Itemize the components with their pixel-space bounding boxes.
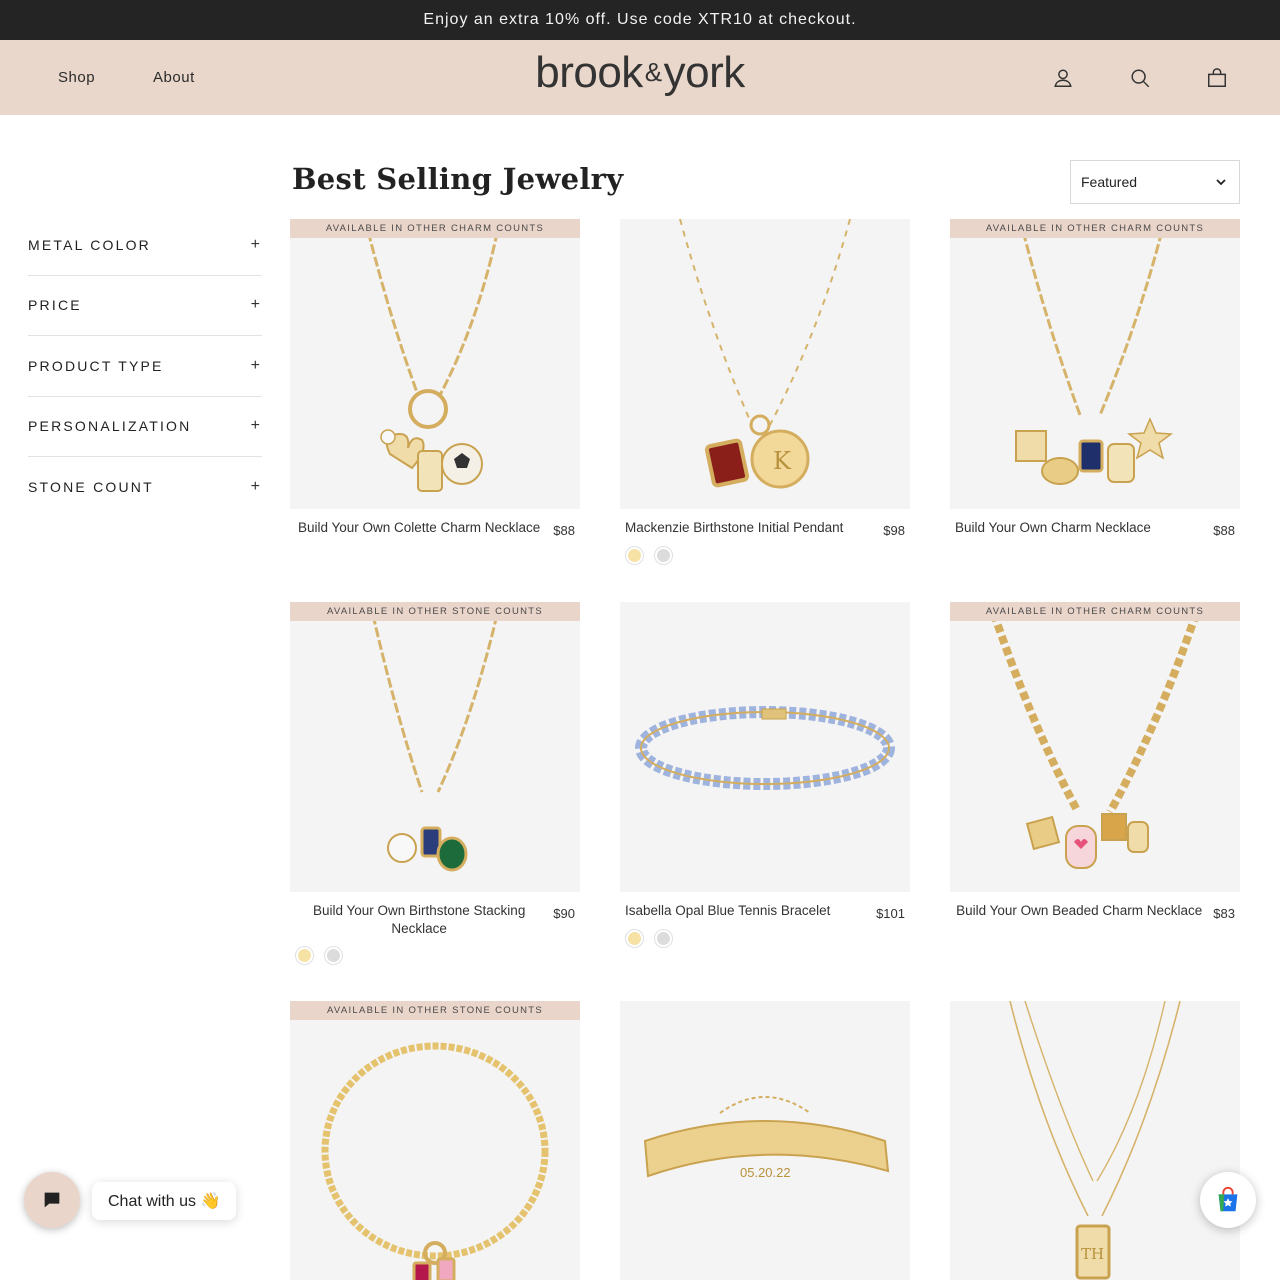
silver-swatch[interactable] (654, 546, 673, 565)
product-image[interactable]: AVAILABLE IN OTHER CHARM COUNTS (290, 219, 580, 509)
necklace-image: K (679, 219, 851, 489)
necklace-image (986, 602, 1204, 869)
sort-select[interactable]: Featured (1070, 160, 1240, 204)
product-card[interactable]: K Mackenzie Birthstone Initial Pendant $… (620, 219, 910, 565)
product-name[interactable]: Build Your Own Colette Charm Necklace (295, 519, 553, 538)
plus-icon: + (250, 296, 260, 314)
product-price: $88 (1213, 523, 1235, 538)
product-card[interactable]: AVAILABLE IN OTHER STONE COUNTS (290, 1001, 580, 1280)
filter-price[interactable]: PRICE + (28, 276, 262, 336)
plus-icon: + (250, 478, 260, 496)
cart-icon[interactable] (1206, 67, 1228, 89)
product-image[interactable]: 05.20.22 (620, 1001, 910, 1280)
product-badge: AVAILABLE IN OTHER CHARM COUNTS (950, 219, 1240, 238)
gold-swatch[interactable] (625, 929, 644, 948)
filter-metal-color[interactable]: METAL COLOR + (28, 215, 262, 276)
main-nav: Shop About (58, 40, 253, 115)
product-price: $101 (876, 906, 905, 921)
filter-personalization[interactable]: PERSONALIZATION + (28, 397, 262, 457)
product-price: $98 (883, 523, 905, 538)
product-card[interactable]: AVAILABLE IN OTHER STONE COUNTS Build Yo… (290, 602, 580, 965)
color-swatches (620, 546, 910, 565)
product-image[interactable]: K (620, 219, 910, 509)
filter-stone-count[interactable]: STONE COUNT + (28, 457, 262, 518)
product-image[interactable]: AVAILABLE IN OTHER CHARM COUNTS (950, 602, 1240, 892)
product-image[interactable] (620, 602, 910, 892)
site-header: Shop About brook&york (0, 40, 1280, 115)
plus-icon: + (250, 235, 260, 253)
plus-icon: + (250, 417, 260, 435)
product-price: $83 (1213, 906, 1235, 921)
bracelet-image (635, 706, 895, 790)
announcement-bar: Enjoy an extra 10% off. Use code XTR10 a… (0, 0, 1280, 40)
product-name[interactable]: Isabella Opal Blue Tennis Bracelet (625, 902, 876, 921)
header-icons (1052, 40, 1228, 115)
silver-swatch[interactable] (654, 929, 673, 948)
account-icon[interactable] (1052, 67, 1074, 89)
product-name[interactable]: Build Your Own Charm Necklace (955, 519, 1213, 538)
necklace-image (363, 219, 502, 492)
necklace-image (1015, 219, 1174, 485)
product-name[interactable]: Build Your Own Birthstone Stacking Neckl… (295, 902, 553, 938)
nav-about-link[interactable]: About (153, 69, 195, 86)
filter-sidebar: METAL COLOR + PRICE + PRODUCT TYPE + PERSON… (28, 215, 262, 518)
color-swatches (620, 929, 910, 948)
chat-label[interactable]: Chat with us 👋 (92, 1182, 237, 1220)
announcement-text: Enjoy an extra 10% off. Use code XTR10 a… (423, 11, 857, 28)
color-swatches (290, 946, 580, 965)
product-card[interactable]: TH (950, 1001, 1240, 1280)
product-card[interactable]: 05.20.22 (620, 1001, 910, 1280)
nav-shop-link[interactable]: Shop (58, 69, 95, 86)
product-badge: AVAILABLE IN OTHER STONE COUNTS (290, 602, 580, 621)
sort-value: Featured (1081, 174, 1138, 190)
product-badge: AVAILABLE IN OTHER CHARM COUNTS (950, 602, 1240, 621)
product-badge: AVAILABLE IN OTHER STONE COUNTS (290, 1001, 580, 1020)
product-image[interactable]: TH (950, 1001, 1240, 1280)
page-title: Best Selling Jewelry (292, 162, 624, 196)
gold-swatch[interactable] (625, 546, 644, 565)
shopping-bag-star-icon (1218, 1186, 1238, 1212)
shop-app-button[interactable] (1200, 1172, 1256, 1228)
product-badge: AVAILABLE IN OTHER CHARM COUNTS (290, 219, 580, 238)
chevron-down-icon (1216, 179, 1226, 186)
search-icon[interactable] (1129, 67, 1151, 89)
product-image[interactable]: AVAILABLE IN OTHER STONE COUNTS (290, 1001, 580, 1280)
product-card[interactable]: AVAILABLE IN OTHER CHARM COUNTS Build Yo… (290, 219, 580, 538)
product-price: $90 (553, 906, 575, 921)
necklace-image: TH (1009, 1001, 1181, 1280)
bracelet-image (321, 1042, 549, 1280)
chat-bubble-icon (44, 1192, 60, 1208)
plus-icon: + (250, 356, 260, 374)
product-image[interactable]: AVAILABLE IN OTHER CHARM COUNTS (950, 219, 1240, 509)
silver-swatch[interactable] (324, 946, 343, 965)
product-price: $88 (553, 523, 575, 538)
chat-button[interactable] (24, 1172, 80, 1228)
product-image[interactable]: AVAILABLE IN OTHER STONE COUNTS (290, 602, 580, 892)
svg-text:K: K (773, 447, 792, 475)
cuff-bracelet-image: 05.20.22 (643, 1096, 890, 1180)
product-card[interactable]: AVAILABLE IN OTHER CHARM COUNTS Build Yo… (950, 219, 1240, 538)
product-card[interactable]: Isabella Opal Blue Tennis Bracelet $101 (620, 602, 910, 948)
necklace-image (368, 602, 502, 872)
svg-text:TH: TH (1081, 1245, 1104, 1263)
product-name[interactable]: Build Your Own Beaded Charm Necklace (955, 902, 1213, 921)
brand-logo[interactable]: brook&york (535, 48, 745, 98)
gold-swatch[interactable] (295, 946, 314, 965)
product-card[interactable]: AVAILABLE IN OTHER CHARM COUNTS Build Yo… (950, 602, 1240, 921)
product-name[interactable]: Mackenzie Birthstone Initial Pendant (625, 519, 883, 538)
svg-text:05.20.22: 05.20.22 (740, 1165, 791, 1180)
filter-product-type[interactable]: PRODUCT TYPE + (28, 336, 262, 397)
